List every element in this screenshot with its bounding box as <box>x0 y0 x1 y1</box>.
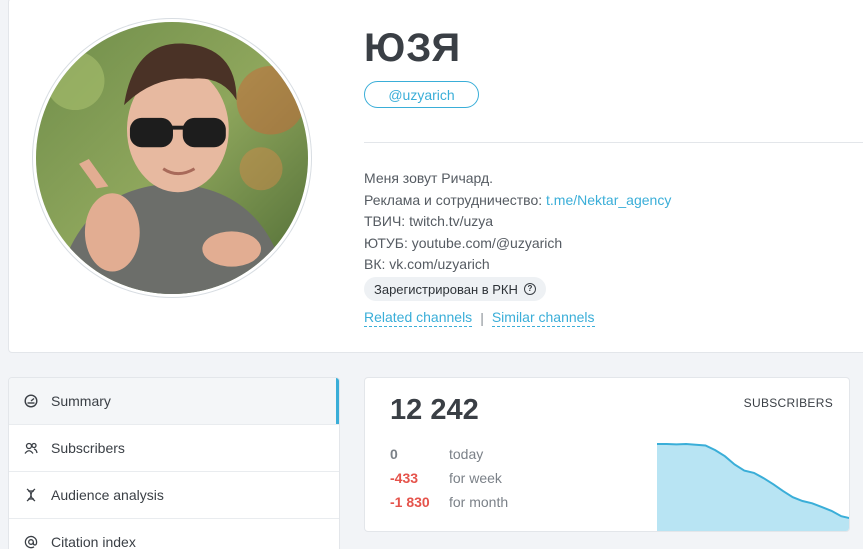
links-separator: | <box>480 309 484 326</box>
stat-period: for week <box>449 470 502 486</box>
nav-item-audience-analysis[interactable]: Audience analysis <box>9 472 339 519</box>
ad-contact-link[interactable]: t.me/Nektar_agency <box>546 192 671 208</box>
bio-line: Реклама и сотрудничество: t.me/Nektar_ag… <box>364 190 671 212</box>
nav-item-label: Audience analysis <box>51 487 164 503</box>
subscribers-total: 12 242 <box>390 394 479 426</box>
stat-period: today <box>449 446 484 462</box>
divider <box>364 142 863 143</box>
nav-item-label: Subscribers <box>51 440 125 456</box>
bio-line: Меня зовут Ричард. <box>364 170 494 186</box>
stat-row-week: -433 for week <box>390 470 502 486</box>
nav-item-label: Citation index <box>51 534 136 549</box>
stat-value: -1 830 <box>390 494 430 510</box>
stat-value: 0 <box>390 446 398 462</box>
stat-row-month: -1 830 for month <box>390 494 508 510</box>
stat-row-today: 0 today <box>390 446 483 462</box>
channel-handle-link[interactable]: @uzyarich <box>364 81 479 108</box>
nav-item-subscribers[interactable]: Subscribers <box>9 425 339 472</box>
bio-line: ЮТУБ: youtube.com/@uzyarich <box>364 234 563 251</box>
users-icon <box>23 440 39 456</box>
rkn-badge-label: Зарегистрирован в РКН <box>374 281 518 297</box>
channel-description: Меня зовут Ричард. Реклама и сотрудничес… <box>364 168 671 276</box>
stat-period: for month <box>449 494 509 510</box>
dna-icon <box>23 487 39 503</box>
nav-item-label: Summary <box>51 393 111 409</box>
nav-item-summary[interactable]: Summary <box>9 378 339 425</box>
similar-channels-link[interactable]: Similar channels <box>491 308 595 327</box>
avatar-photo <box>36 22 308 294</box>
channel-links: Related channels | Similar channels <box>364 308 595 327</box>
related-channels-link[interactable]: Related channels <box>364 308 473 327</box>
subscribers-sparkline <box>657 442 849 531</box>
channel-name: ЮЗЯ <box>364 26 462 70</box>
dashboard-icon <box>23 393 39 409</box>
channel-avatar <box>33 19 311 297</box>
bio-line: ВК: vk.com/uzyarich <box>364 256 490 272</box>
at-icon <box>23 534 39 549</box>
bio-text: Реклама и сотрудничество: <box>364 191 547 208</box>
rkn-registration-badge[interactable]: Зарегистрирован в РКН ? <box>364 277 546 301</box>
sparkline-area <box>657 444 849 531</box>
stats-label: SUBSCRIBERS <box>743 396 833 410</box>
question-icon[interactable]: ? <box>523 283 536 295</box>
stat-value: -433 <box>390 470 419 486</box>
subscribers-stats-card: 12 242 SUBSCRIBERS 0 today -433 for week… <box>364 377 850 532</box>
nav-item-citation-index[interactable]: Citation index <box>9 519 339 549</box>
channel-sections-nav: Summary Subscribers Audience analysis Ci… <box>8 377 340 549</box>
bio-line: ТВИЧ: twitch.tv/uzya <box>364 213 494 229</box>
